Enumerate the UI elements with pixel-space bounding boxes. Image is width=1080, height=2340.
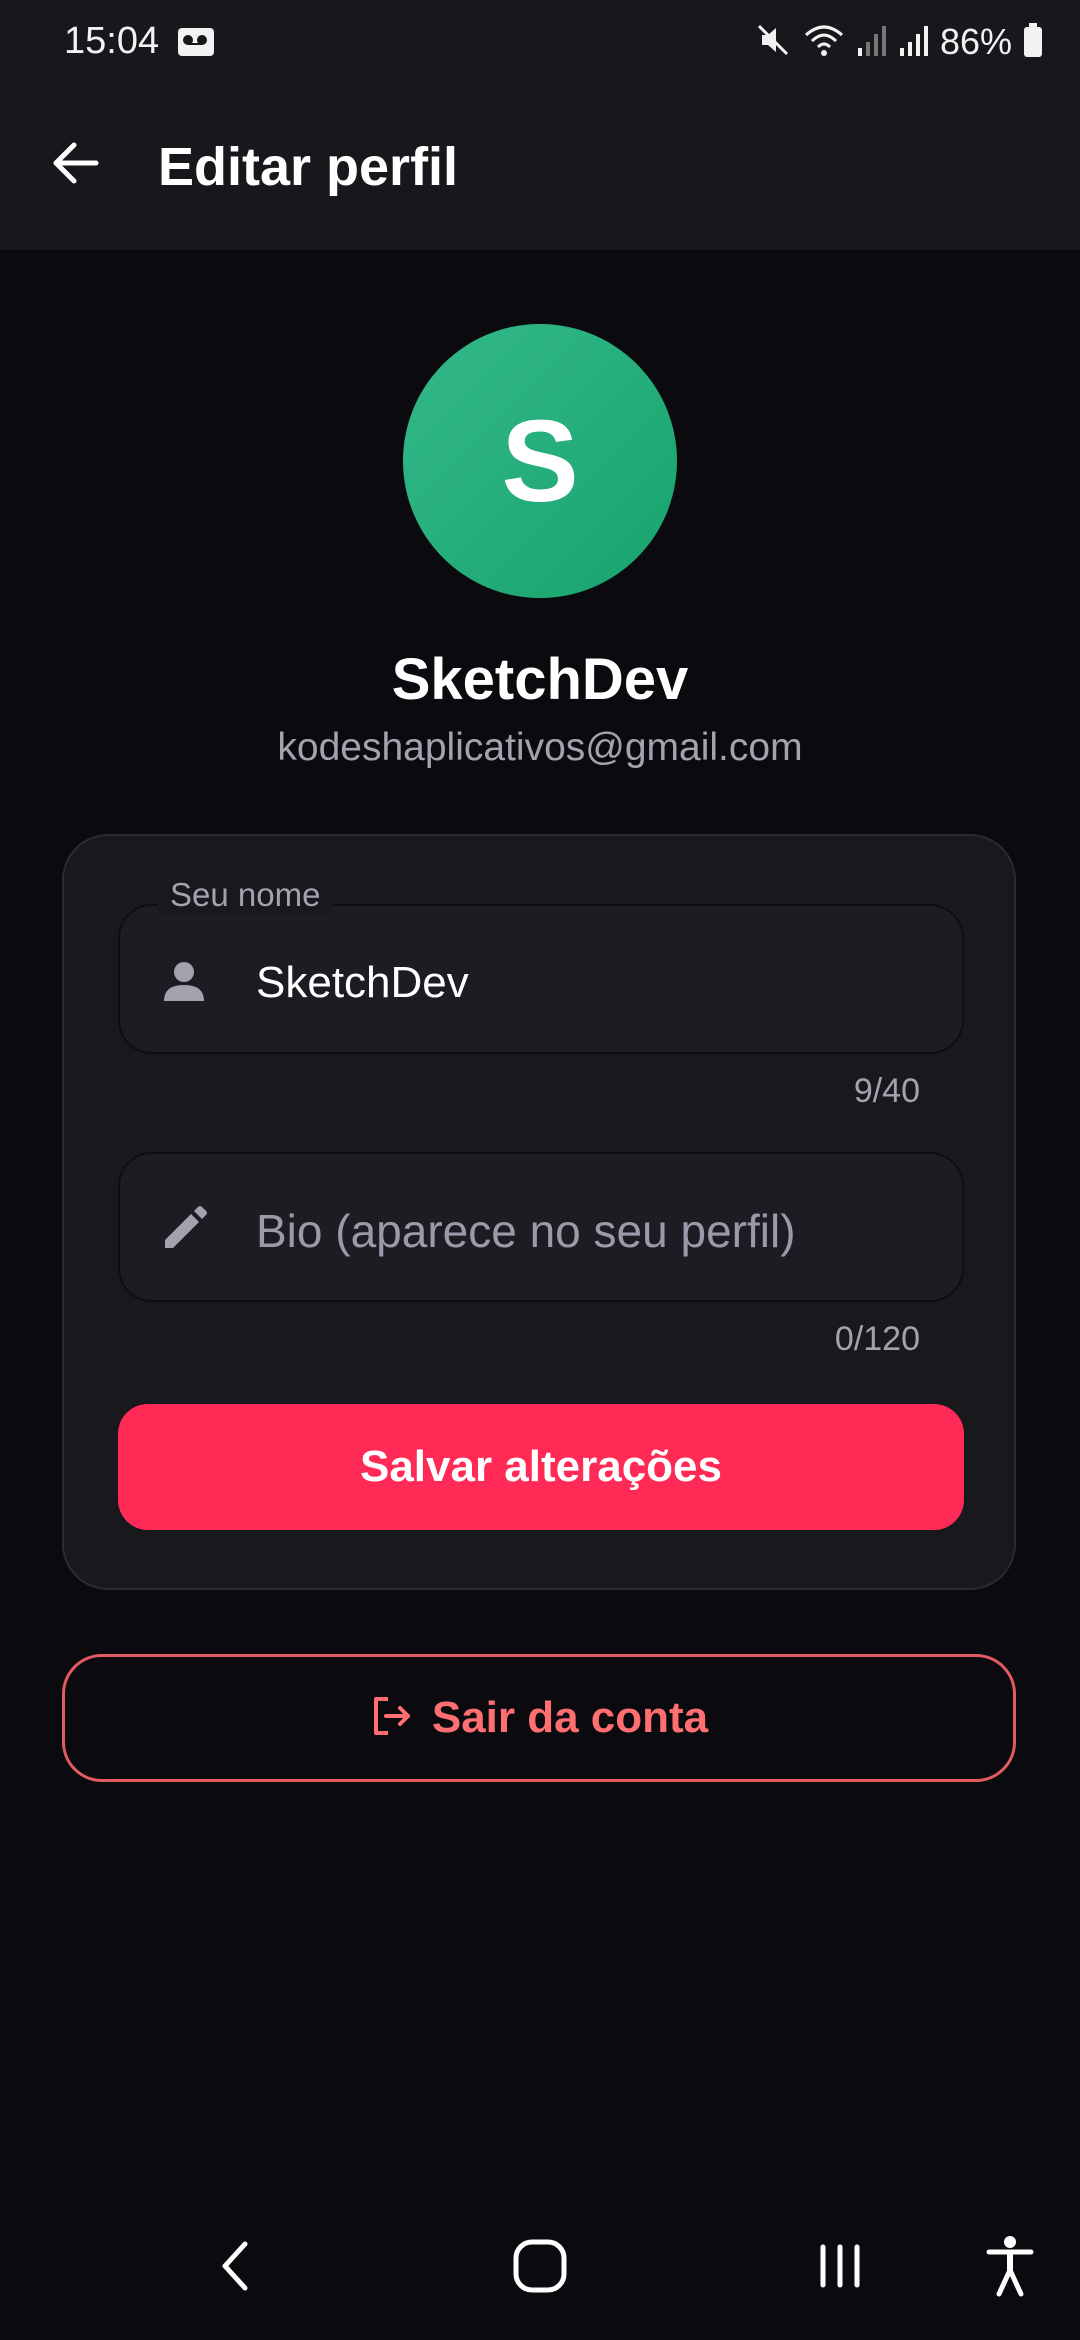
accessibility-button[interactable] xyxy=(972,2222,1048,2310)
recents-icon xyxy=(820,2244,860,2288)
status-icons: 86% xyxy=(754,18,1044,66)
battery-percentage: 86% xyxy=(939,21,1012,62)
battery-icon xyxy=(1022,22,1044,63)
signal-icon-1 xyxy=(856,22,888,63)
person-icon xyxy=(154,951,214,1011)
system-nav-bar xyxy=(0,2196,1080,2340)
avatar: S xyxy=(403,324,677,598)
edit-profile-card: Seu nome SketchDev 9/40 Bio (aparece no … xyxy=(62,834,1016,1590)
name-field-label: Seu nome xyxy=(158,876,333,914)
chevron-left-icon xyxy=(222,2241,248,2291)
status-bar: 15:04 86% xyxy=(0,0,1080,84)
save-button[interactable]: Salvar alterações xyxy=(118,1404,964,1530)
name-field[interactable]: Seu nome SketchDev xyxy=(118,876,964,1054)
nav-home-button[interactable] xyxy=(504,2230,576,2302)
logout-button[interactable]: Sair da conta xyxy=(62,1654,1016,1782)
app-bar: Editar perfil xyxy=(0,84,1080,250)
mute-icon xyxy=(754,21,792,64)
signal-icon-2 xyxy=(898,22,930,63)
home-icon xyxy=(513,2239,567,2293)
logout-label: Sair da conta xyxy=(431,1693,709,1742)
nav-recents-button[interactable] xyxy=(800,2226,880,2306)
voicemail-notification-icon xyxy=(176,26,216,63)
bio-input[interactable]: Bio (aparece no seu perfil) xyxy=(256,1204,796,1258)
nav-back-button[interactable] xyxy=(200,2226,270,2306)
arrow-back-icon xyxy=(53,142,99,184)
name-input[interactable]: SketchDev xyxy=(256,958,469,1008)
profile-name: SketchDev xyxy=(391,647,689,712)
status-time: 15:04 xyxy=(64,20,160,62)
accessibility-icon xyxy=(986,2236,1034,2297)
bio-field[interactable]: Bio (aparece no seu perfil) xyxy=(118,1152,964,1302)
back-button[interactable] xyxy=(40,128,110,198)
page-title: Editar perfil xyxy=(158,137,459,197)
name-char-counter: 9/40 xyxy=(853,1072,920,1110)
avatar-initial: S xyxy=(501,396,579,526)
pencil-icon xyxy=(154,1199,214,1259)
wifi-icon xyxy=(802,21,846,64)
bio-char-counter: 0/120 xyxy=(834,1320,920,1358)
save-button-label: Salvar alterações xyxy=(359,1442,723,1491)
profile-email: kodeshaplicativos@gmail.com xyxy=(277,726,803,769)
logout-icon xyxy=(370,1695,412,1742)
